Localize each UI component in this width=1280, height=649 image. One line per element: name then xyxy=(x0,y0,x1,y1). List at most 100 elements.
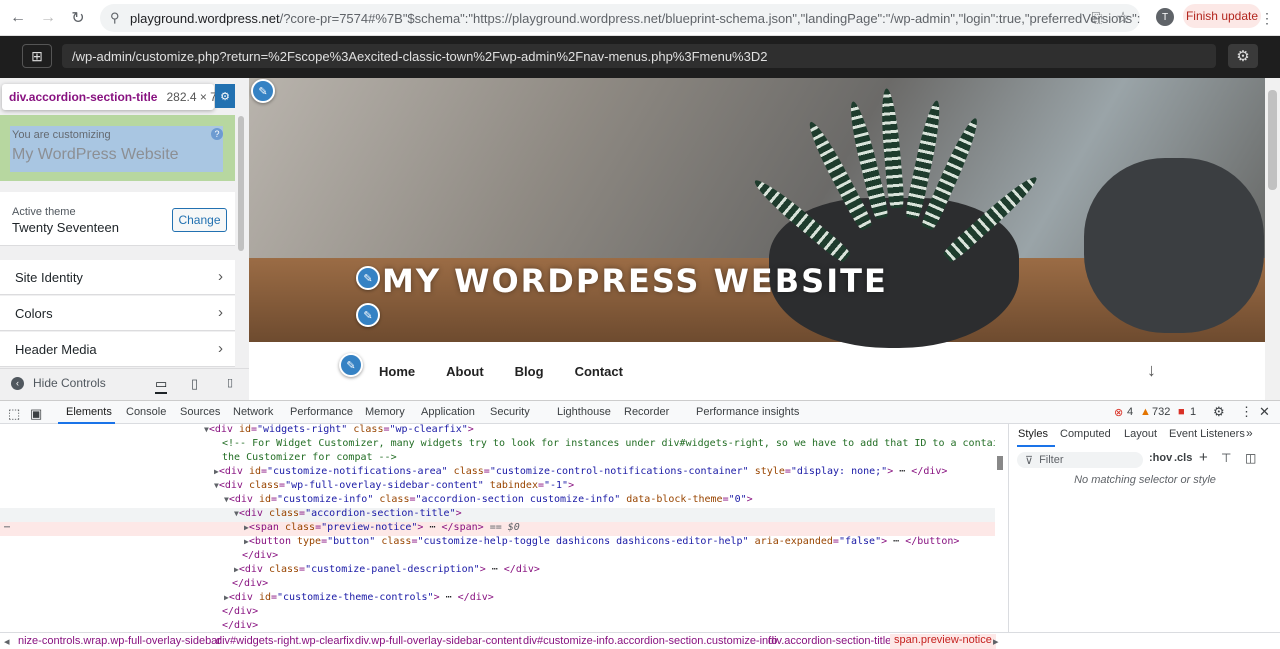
finish-update-button[interactable]: Finish update xyxy=(1183,4,1261,28)
tab-computed[interactable]: Computed xyxy=(1060,428,1111,440)
breadcrumb-item[interactable]: nize-controls.wrap.wp-full-overlay-sideb… xyxy=(18,635,221,647)
dom-tree[interactable]: ▼<div id="widgets-right" class="wp-clear… xyxy=(0,424,1000,632)
no-matching-selector-text: No matching selector or style xyxy=(1074,474,1216,486)
section-colors[interactable]: Colors › xyxy=(0,296,235,331)
address-bar[interactable]: ⚲ playground.wordpress.net/?core-pr=7574… xyxy=(100,4,1140,32)
active-theme-label: Active theme xyxy=(12,206,76,218)
nav-link-about[interactable]: About xyxy=(446,364,484,379)
nav-link-home[interactable]: Home xyxy=(379,364,415,379)
dom-scrollbar[interactable] xyxy=(995,424,1005,632)
theme-name: Twenty Seventeen xyxy=(12,220,119,235)
more-options-icon[interactable]: ⋮ xyxy=(1240,404,1253,420)
section-label: Site Identity xyxy=(15,269,83,285)
browser-menu-icon[interactable]: ⋮ xyxy=(1255,6,1279,30)
breadcrumb-scroll-right-icon[interactable]: ▸ xyxy=(993,635,999,648)
breadcrumb-scroll-left-icon[interactable]: ◂ xyxy=(4,635,10,648)
scroll-down-arrow-icon[interactable]: ↓ xyxy=(1147,360,1156,381)
customizer-footer: ‹ Hide Controls ▭ ▯ ▯ xyxy=(0,368,249,400)
warning-count-icon[interactable]: ▲ xyxy=(1140,406,1151,418)
reload-icon[interactable]: ↻ xyxy=(66,6,90,30)
site-title-label: My WordPress Website xyxy=(12,146,179,163)
breadcrumb-item[interactable]: div.accordion-section-title xyxy=(768,635,891,647)
tab-performance-insights[interactable]: Performance insights xyxy=(696,406,799,418)
customizer-sidebar: You are customizing My WordPress Website… xyxy=(0,78,249,400)
tab-memory[interactable]: Memory xyxy=(365,406,405,418)
edit-pencil-icon[interactable]: ✎ xyxy=(339,353,363,377)
desktop-device-icon[interactable]: ▭ xyxy=(155,376,168,394)
edit-pencil-icon[interactable]: ✎ xyxy=(251,79,275,103)
breadcrumb-item-selected[interactable]: span.preview-notice xyxy=(890,634,996,649)
error-count[interactable]: 4 xyxy=(1127,406,1133,418)
sidebar-scrollbar[interactable] xyxy=(237,112,245,362)
hov-toggle[interactable]: :hov xyxy=(1149,452,1172,464)
chevron-right-icon: › xyxy=(218,304,223,321)
collapse-arrow-icon: ‹ xyxy=(11,376,24,390)
section-site-identity[interactable]: Site Identity › xyxy=(0,260,235,295)
tab-elements[interactable]: Elements xyxy=(66,406,112,418)
toggle-sidebar-icon[interactable]: ◫ xyxy=(1245,451,1256,465)
preview-scrollbar[interactable] xyxy=(1265,78,1280,400)
site-hero-title[interactable]: MY WORDPRESS WEBSITE xyxy=(382,262,888,300)
section-label: Colors xyxy=(15,305,53,321)
tab-lighthouse[interactable]: Lighthouse xyxy=(557,406,611,418)
tab-application[interactable]: Application xyxy=(421,406,475,418)
breadcrumb-item[interactable]: div#customize-info.accordion-section.cus… xyxy=(523,635,777,647)
chevron-right-icon: › xyxy=(218,340,223,357)
nav-link-contact[interactable]: Contact xyxy=(575,364,623,379)
breadcrumb-item[interactable]: div.wp-full-overlay-sidebar-content xyxy=(355,635,522,647)
tab-console[interactable]: Console xyxy=(126,406,166,418)
tab-recorder[interactable]: Recorder xyxy=(624,406,669,418)
hide-controls-label: Hide Controls xyxy=(33,376,106,390)
tablet-device-icon[interactable]: ▯ xyxy=(191,376,198,392)
browser-toolbar: ← → ↻ ⚲ playground.wordpress.net/?core-p… xyxy=(0,0,1280,36)
mobile-device-icon[interactable]: ▯ xyxy=(227,376,233,389)
tab-styles[interactable]: Styles xyxy=(1018,428,1048,440)
paint-brush-icon[interactable]: ⊤ xyxy=(1221,451,1231,465)
active-theme-panel: Active theme Twenty Seventeen Change xyxy=(0,192,235,246)
url-rest: /?core-pr=7574#%7B"$schema":"https://pla… xyxy=(279,10,1140,26)
install-app-icon[interactable]: ⎘ xyxy=(1085,6,1109,30)
tab-network[interactable]: Network xyxy=(233,406,273,418)
issues-icon[interactable]: ■ xyxy=(1178,406,1185,418)
chevron-right-icon: › xyxy=(218,268,223,285)
warning-count[interactable]: 732 xyxy=(1152,406,1170,418)
issues-count[interactable]: 1 xyxy=(1190,406,1196,418)
tab-performance[interactable]: Performance xyxy=(290,406,353,418)
add-rule-icon[interactable]: + xyxy=(1199,449,1208,466)
change-theme-button[interactable]: Change xyxy=(172,208,227,232)
tab-event-listeners[interactable]: Event Listeners xyxy=(1169,428,1245,440)
inspect-element-icon[interactable]: ⬚ xyxy=(8,406,20,422)
section-label: Header Media xyxy=(15,341,97,357)
filter-icon: ⊽ xyxy=(1025,454,1034,467)
device-toolbar-icon[interactable]: ▣ xyxy=(30,406,42,422)
nav-link-blog[interactable]: Blog xyxy=(515,364,544,379)
more-tabs-icon[interactable]: » xyxy=(1246,426,1253,440)
settings-gear-icon[interactable]: ⚙ xyxy=(1228,44,1258,68)
profile-avatar[interactable]: T xyxy=(1156,8,1174,26)
back-icon[interactable]: ← xyxy=(6,6,30,30)
element-breadcrumbs: ◂ nize-controls.wrap.wp-full-overlay-sid… xyxy=(0,632,1280,649)
hide-controls-button[interactable]: ‹ Hide Controls xyxy=(11,376,106,390)
section-header-media[interactable]: Header Media › xyxy=(0,332,235,367)
preview-notice: You are customizing xyxy=(12,129,111,141)
breadcrumb-item[interactable]: div#widgets-right.wp-clearfix xyxy=(216,635,354,647)
gear-icon[interactable]: ⚙ xyxy=(215,84,235,108)
tab-security[interactable]: Security xyxy=(490,406,530,418)
tab-layout[interactable]: Layout xyxy=(1124,428,1157,440)
error-count-icon[interactable]: ⊗ xyxy=(1114,406,1123,419)
site-info-icon[interactable]: ⚲ xyxy=(110,10,120,26)
close-devtools-icon[interactable]: ✕ xyxy=(1259,404,1270,420)
url-host: playground.wordpress.net xyxy=(130,10,280,26)
tab-sources[interactable]: Sources xyxy=(180,406,220,418)
help-icon[interactable]: ? xyxy=(211,128,223,140)
edit-pencil-icon[interactable]: ✎ xyxy=(356,266,380,290)
grid-menu-icon[interactable]: ⊞ xyxy=(22,44,52,68)
styles-filter-input[interactable]: ⊽ Filter xyxy=(1017,452,1143,468)
forward-icon[interactable]: → xyxy=(36,6,60,30)
playground-url-input[interactable]: /wp-admin/customize.php?return=%2Fscope%… xyxy=(62,44,1216,68)
cls-toggle[interactable]: .cls xyxy=(1174,452,1192,464)
devtools-settings-icon[interactable]: ⚙ xyxy=(1213,404,1225,420)
site-navigation: Home About Blog Contact xyxy=(379,364,623,379)
bookmark-star-icon[interactable]: ☆ xyxy=(1111,6,1135,30)
edit-pencil-icon[interactable]: ✎ xyxy=(356,303,380,327)
